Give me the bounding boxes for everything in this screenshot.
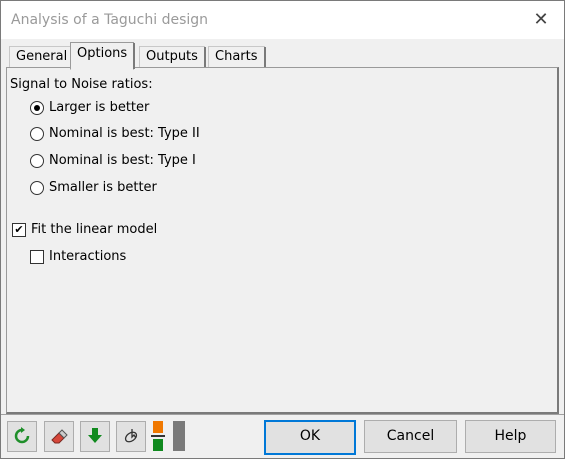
select-cursor-icon bbox=[124, 429, 138, 443]
options-panel: Signal to Noise ratios: Larger is better… bbox=[6, 67, 559, 414]
eraser-icon bbox=[51, 429, 68, 444]
interactions-label[interactable]: Interactions bbox=[49, 249, 126, 264]
green-block bbox=[153, 439, 163, 451]
radio-smaller-better[interactable] bbox=[30, 181, 44, 195]
tab-general[interactable]: General bbox=[9, 46, 75, 68]
block-divider bbox=[151, 435, 165, 437]
tab-edge bbox=[203, 47, 206, 68]
fit-linear-checkbox[interactable]: ✔ bbox=[12, 223, 26, 237]
tab-charts[interactable]: Charts bbox=[208, 46, 266, 68]
help-button[interactable]: Help bbox=[465, 420, 556, 453]
radio-smaller-better-label[interactable]: Smaller is better bbox=[49, 180, 157, 195]
radio-nominal-type2-label[interactable]: Nominal is best: Type II bbox=[49, 126, 200, 141]
reset-icon bbox=[14, 427, 30, 444]
eraser-button[interactable] bbox=[44, 421, 74, 452]
radio-selected-dot bbox=[34, 105, 40, 111]
layout-blocks-icon[interactable] bbox=[151, 421, 165, 451]
tab-options[interactable]: Options bbox=[70, 42, 136, 70]
footer-separator bbox=[1, 414, 564, 415]
fit-linear-label[interactable]: Fit the linear model bbox=[31, 222, 157, 237]
cancel-button[interactable]: Cancel bbox=[364, 420, 457, 453]
gray-handle-bar[interactable] bbox=[173, 421, 185, 451]
tab-options-label: Options bbox=[77, 46, 128, 61]
download-arrow-icon bbox=[88, 428, 102, 443]
download-button[interactable] bbox=[80, 421, 110, 452]
tab-charts-label: Charts bbox=[215, 49, 258, 64]
title-bar: Analysis of a Taguchi design ✕ bbox=[1, 1, 564, 39]
radio-nominal-type2[interactable] bbox=[30, 127, 44, 141]
tab-outputs-label: Outputs bbox=[146, 49, 198, 64]
sn-ratios-label: Signal to Noise ratios: bbox=[10, 77, 153, 92]
close-icon[interactable]: ✕ bbox=[518, 1, 564, 39]
tab-general-label: General bbox=[16, 49, 68, 64]
radio-larger-better[interactable] bbox=[30, 101, 44, 115]
tab-outputs[interactable]: Outputs bbox=[139, 46, 206, 68]
tab-edge bbox=[263, 47, 266, 68]
radio-larger-better-label[interactable]: Larger is better bbox=[49, 100, 149, 115]
radio-nominal-type1-label[interactable]: Nominal is best: Type I bbox=[49, 153, 196, 168]
window-title: Analysis of a Taguchi design bbox=[11, 12, 209, 28]
tab-edge bbox=[133, 43, 136, 69]
radio-nominal-type1[interactable] bbox=[30, 154, 44, 168]
orange-block bbox=[153, 421, 163, 433]
dialog-window: Analysis of a Taguchi design ✕ General O… bbox=[0, 0, 565, 459]
interactions-checkbox[interactable] bbox=[30, 250, 44, 264]
ok-button[interactable]: OK bbox=[264, 420, 356, 455]
reset-button[interactable] bbox=[7, 421, 37, 452]
select-button[interactable] bbox=[116, 421, 146, 452]
